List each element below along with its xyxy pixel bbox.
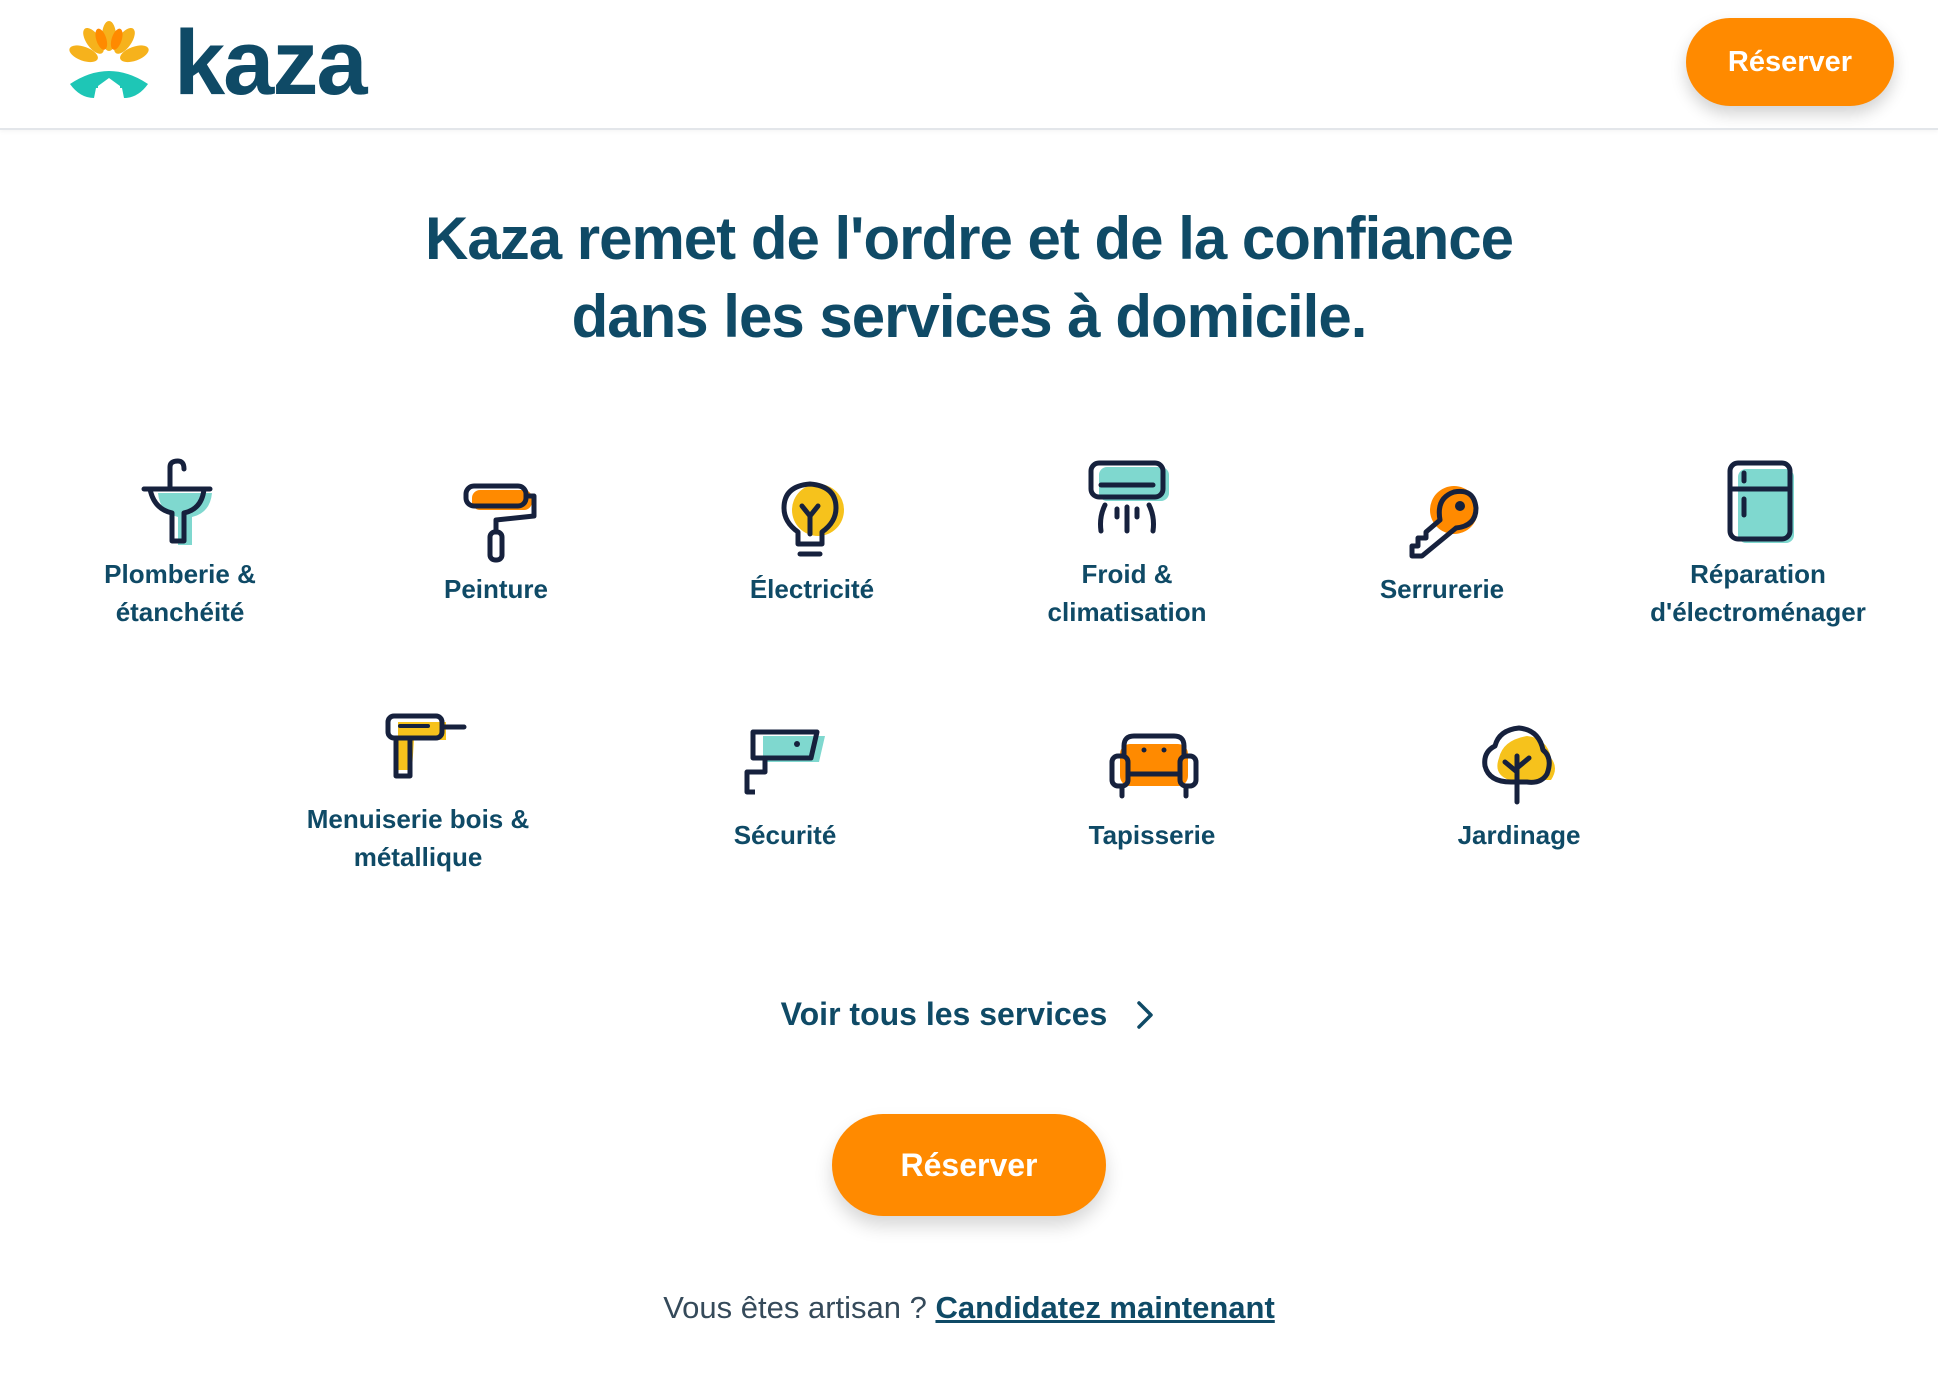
- headline-highlight-trust: confiance: [1241, 200, 1514, 278]
- service-label: Menuiserie bois &: [306, 804, 530, 834]
- chevron-right-icon: [1137, 1000, 1154, 1029]
- headline-text: et de la: [1011, 205, 1242, 272]
- service-label: Jardinage: [1457, 820, 1581, 850]
- fridge-icon: [1727, 460, 1794, 543]
- see-all-services-link[interactable]: Voir tous les services: [0, 996, 1938, 1033]
- service-locksmith[interactable]: Serrurerie: [1322, 470, 1562, 608]
- service-upholstery[interactable]: Tapisserie: [1032, 716, 1272, 854]
- service-label: Froid &: [1081, 559, 1173, 589]
- service-label-line2: métallique: [353, 842, 483, 872]
- page-headline: Kaza remet de l'ordre et de la confiance…: [0, 200, 1938, 356]
- tree-icon: [1482, 725, 1555, 805]
- service-label-line2: d'électroménager: [1650, 597, 1866, 627]
- sink-icon: [141, 458, 213, 545]
- service-label: Tapisserie: [1088, 820, 1216, 850]
- service-label: Plomberie &: [104, 559, 256, 589]
- artisan-question: Vous êtes artisan ?: [663, 1290, 936, 1325]
- service-carpentry[interactable]: Menuiserie bois & métallique: [298, 700, 538, 876]
- kaza-flower-icon: [69, 21, 149, 98]
- service-label-line2: étanchéité: [115, 597, 245, 627]
- security-camera-icon: [744, 729, 825, 795]
- light-bulb-icon: [781, 481, 844, 557]
- service-painting[interactable]: Peinture: [376, 470, 616, 608]
- kaza-logo[interactable]: kaza: [64, 12, 367, 114]
- service-label: Sécurité: [733, 820, 837, 850]
- apply-now-link[interactable]: Candidatez maintenant: [935, 1290, 1274, 1325]
- headline-line-2: dans les services à domicile.: [571, 283, 1368, 350]
- site-header: kaza Réserver: [0, 0, 1938, 130]
- key-icon: [1409, 486, 1479, 559]
- service-appliance-repair[interactable]: Réparation d'électroménager: [1638, 455, 1878, 631]
- main-reserve-button[interactable]: Réserver: [832, 1114, 1106, 1216]
- header-reserve-button[interactable]: Réserver: [1686, 18, 1894, 106]
- air-conditioner-icon: [1088, 460, 1169, 534]
- service-label: Réparation: [1690, 559, 1826, 589]
- service-gardening[interactable]: Jardinage: [1399, 716, 1639, 854]
- headline-highlight-order: l'ordre: [834, 200, 1013, 278]
- headline-text: Kaza remet de: [425, 205, 835, 272]
- service-label: Peinture: [443, 574, 549, 604]
- paint-roller-icon: [463, 483, 537, 563]
- service-air-conditioning[interactable]: Froid & climatisation: [1007, 455, 1247, 631]
- service-label-line2: climatisation: [1047, 597, 1207, 627]
- see-all-label: Voir tous les services: [780, 996, 1108, 1032]
- service-electricity[interactable]: Électricité: [692, 470, 932, 608]
- service-label: Électricité: [749, 574, 875, 604]
- brand-name: kaza: [174, 12, 367, 114]
- sofa-icon: [1109, 733, 1199, 799]
- drill-icon: [385, 713, 467, 779]
- artisan-cta: Vous êtes artisan ? Candidatez maintenan…: [0, 1290, 1938, 1326]
- service-security[interactable]: Sécurité: [665, 716, 905, 854]
- service-plumbing[interactable]: Plomberie & étanchéité: [60, 455, 300, 631]
- service-label: Serrurerie: [1379, 574, 1505, 604]
